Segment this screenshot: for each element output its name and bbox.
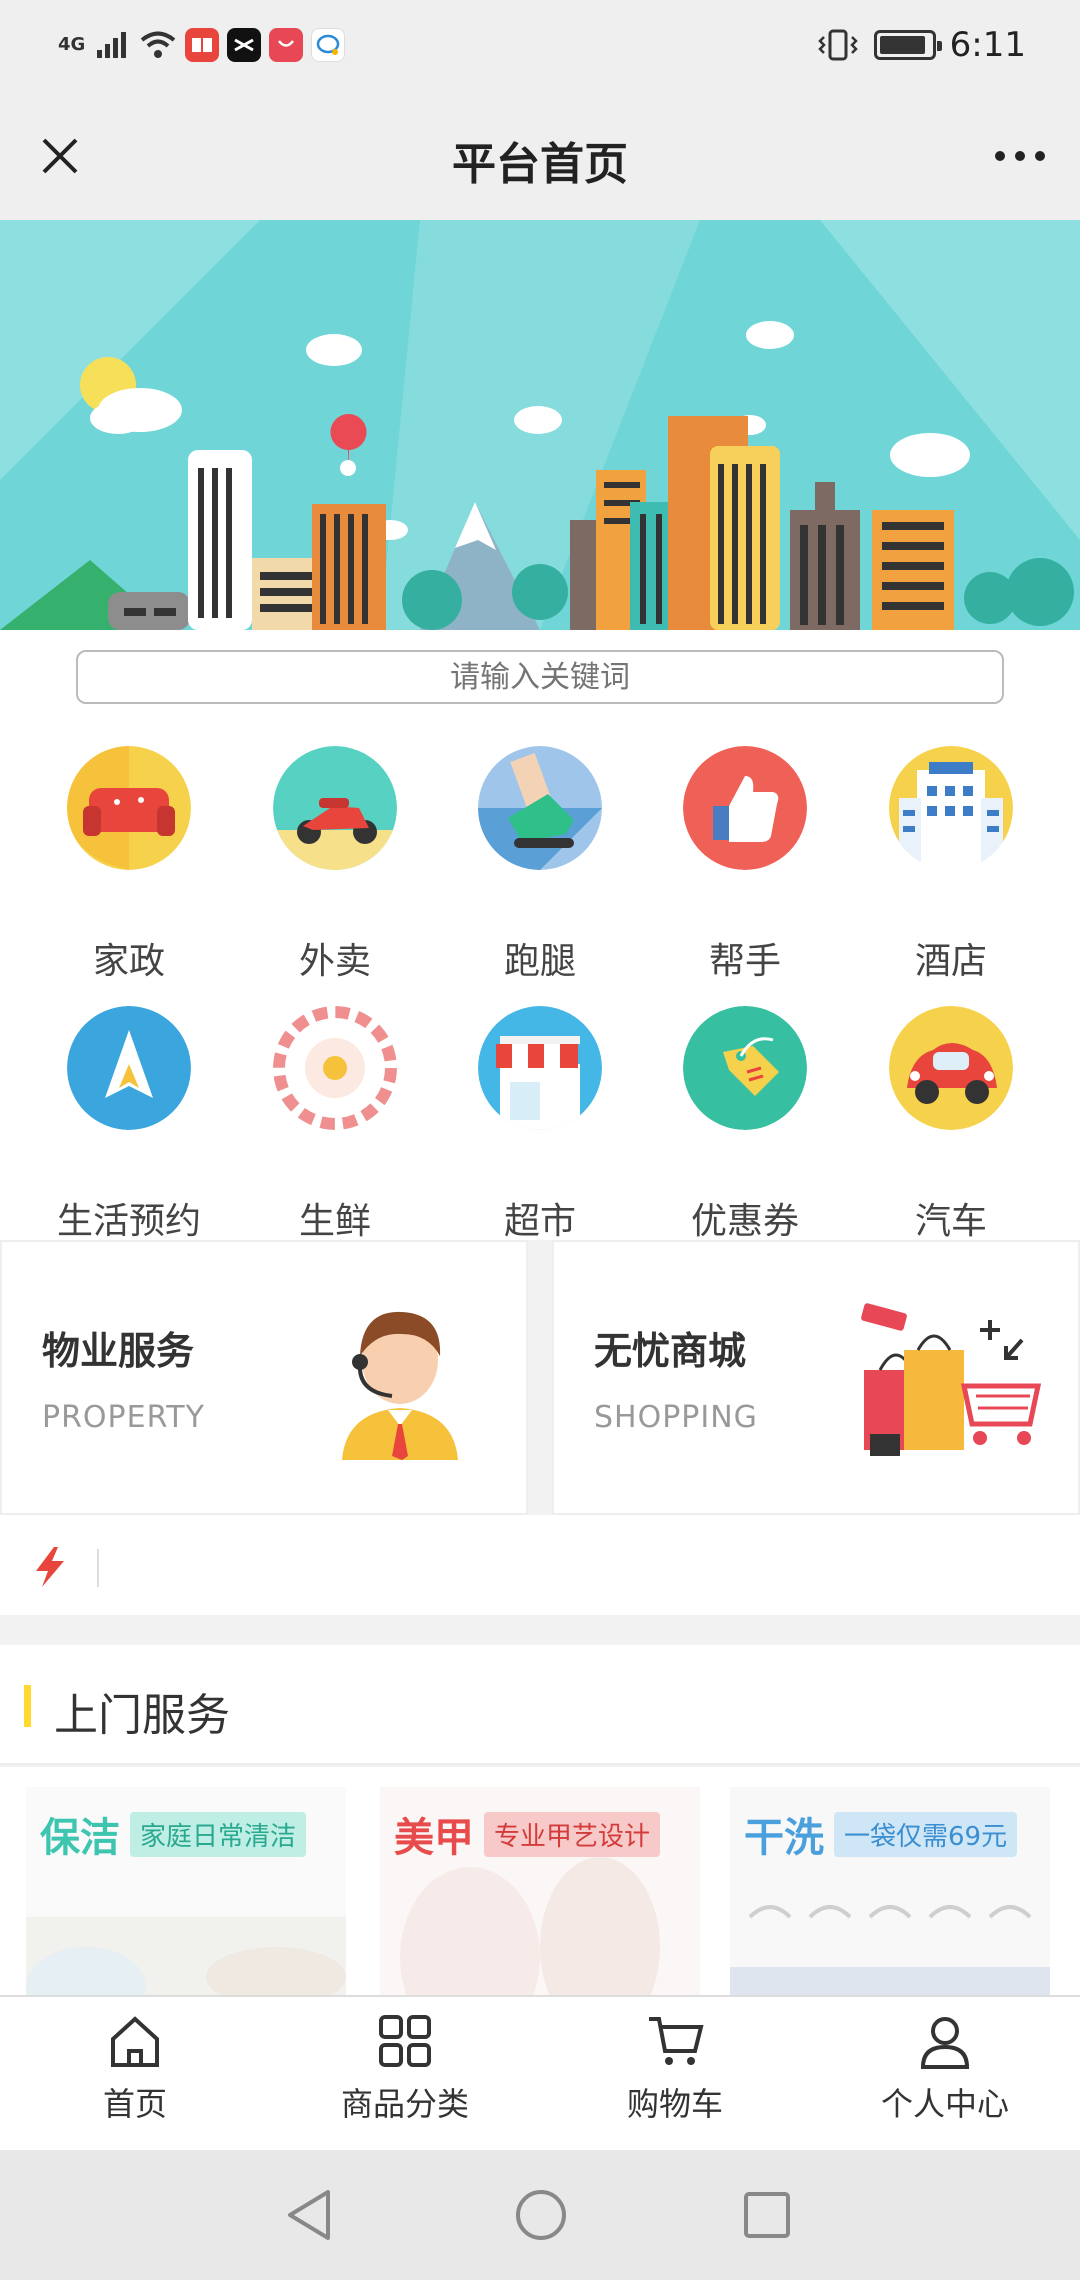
- section-header: 上门服务: [0, 1645, 1080, 1765]
- service-tag: 专业甲艺设计: [484, 1811, 661, 1857]
- shopping-cart-bags-icon: [861, 1303, 1042, 1456]
- category-youhuiquan[interactable]: 优惠券: [660, 970, 830, 1242]
- tab-profile[interactable]: 个人中心: [810, 1997, 1080, 2152]
- store-icon: [478, 1006, 602, 1130]
- category-jiazheng[interactable]: 家政: [44, 710, 214, 982]
- vibrate-icon: [817, 29, 858, 61]
- back-icon: [288, 2190, 330, 2240]
- bottom-tab-bar: 首页 商品分类 购物车 个人中心: [0, 1995, 1080, 2150]
- page-title: 平台首页: [452, 139, 628, 190]
- system-recents-button[interactable]: [734, 2182, 800, 2248]
- system-back-button[interactable]: [276, 2182, 342, 2248]
- city-illustration: [0, 220, 1080, 630]
- category-label: 生活预约: [56, 1201, 201, 1242]
- category-jiudian[interactable]: 酒店: [866, 710, 1036, 982]
- divider: [97, 1549, 99, 1587]
- egg-plate-icon: [273, 1006, 397, 1130]
- network-type: 4G: [58, 34, 86, 55]
- lightning-icon: [36, 1547, 64, 1587]
- system-home-button[interactable]: [508, 2182, 574, 2248]
- service-card-manicure[interactable]: 美甲 专业甲艺设计: [380, 1787, 700, 1997]
- signal-icon: [97, 32, 127, 58]
- tab-home[interactable]: 首页: [0, 1997, 270, 2152]
- category-label: 优惠券: [690, 1201, 799, 1242]
- tab-cart[interactable]: 购物车: [540, 1997, 810, 2152]
- promo-card-shopping[interactable]: 无忧商城 SHOPPING: [552, 1240, 1080, 1515]
- user-icon: [920, 2017, 970, 2069]
- promo-subtitle: PROPERTY: [42, 1400, 205, 1435]
- chat-app-icon: [311, 28, 346, 62]
- category-label: 生鲜: [298, 1201, 371, 1242]
- system-navigation-bar: [0, 2150, 1080, 2280]
- scooter-icon: [273, 746, 397, 870]
- status-bar: 4G 6:11: [0, 0, 1080, 92]
- title-bar: 平台首页: [0, 92, 1080, 220]
- category-paotui[interactable]: 跑腿: [455, 710, 625, 982]
- home-icon: [111, 2016, 159, 2067]
- tab-categories[interactable]: 商品分类: [270, 1997, 540, 2152]
- promo-card-property[interactable]: 物业服务 PROPERTY: [0, 1240, 528, 1515]
- service-tag: 一袋仅需69元: [834, 1811, 1018, 1857]
- cart-icon: [649, 2017, 704, 2065]
- tab-label: 商品分类: [340, 2085, 469, 2123]
- promo-title: 无忧商城: [594, 1329, 747, 1373]
- search-input[interactable]: [76, 650, 1004, 704]
- service-title: 干洗: [744, 1815, 824, 1861]
- car-icon: [889, 1006, 1013, 1130]
- tab-label: 个人中心: [880, 2085, 1009, 2123]
- tab-label: 首页: [102, 2085, 167, 2123]
- service-tag: 家庭日常清洁: [130, 1811, 307, 1857]
- paper-plane-icon: [67, 1006, 191, 1130]
- section-marker: [24, 1685, 31, 1727]
- wifi-icon: [141, 31, 176, 58]
- more-icon: [995, 151, 1045, 161]
- category-grid: 家政 外卖 跑腿 帮手 酒店 生活预约 生鲜 超市 优惠券 汽车: [0, 710, 1080, 1242]
- service-title: 美甲: [394, 1815, 474, 1861]
- shoe-icon: [478, 746, 602, 870]
- coupon-tag-icon: [683, 1006, 807, 1130]
- recents-icon: [744, 2192, 790, 2238]
- category-chaoshi[interactable]: 超市: [455, 970, 625, 1242]
- thumbs-up-icon: [683, 746, 807, 870]
- service-card-dryclean[interactable]: 干洗 一袋仅需69元: [730, 1787, 1050, 1997]
- grid-icon: [379, 2015, 431, 2067]
- promo-title: 物业服务: [42, 1329, 195, 1373]
- battery-icon: [873, 30, 942, 60]
- category-label: 汽车: [914, 1201, 987, 1242]
- huawei-store-icon: [269, 28, 304, 62]
- customer-service-agent-icon: [342, 1311, 458, 1460]
- capcut-icon: [227, 28, 262, 62]
- category-shenghuoyuyue[interactable]: 生活预约: [44, 970, 214, 1242]
- clock: 6:11: [949, 25, 1026, 65]
- announcement-bar[interactable]: [0, 1515, 1080, 1615]
- category-label: 超市: [503, 1201, 576, 1242]
- search-bar: [0, 630, 1080, 710]
- banner-image[interactable]: [0, 220, 1080, 630]
- section-title: 上门服务: [54, 1690, 230, 1741]
- service-title: 保洁: [40, 1815, 120, 1861]
- service-card-cleaning[interactable]: 保洁 家庭日常清洁: [26, 1787, 346, 1997]
- service-list: 保洁 家庭日常清洁 美甲 专业甲艺设计 干洗 一袋仅需69元: [0, 1767, 1080, 1997]
- more-button[interactable]: [988, 124, 1052, 188]
- category-bangshou[interactable]: 帮手: [660, 710, 830, 982]
- tab-label: 购物车: [626, 2085, 723, 2123]
- sofa-icon: [67, 746, 191, 870]
- category-qiche[interactable]: 汽车: [866, 970, 1036, 1242]
- category-shengxian[interactable]: 生鲜: [250, 970, 420, 1242]
- category-waimai[interactable]: 外卖: [250, 710, 420, 982]
- hotel-icon: [889, 746, 1013, 870]
- promo-subtitle: SHOPPING: [594, 1400, 758, 1435]
- home-circle-icon: [516, 2190, 566, 2240]
- book-app-icon: [185, 28, 220, 62]
